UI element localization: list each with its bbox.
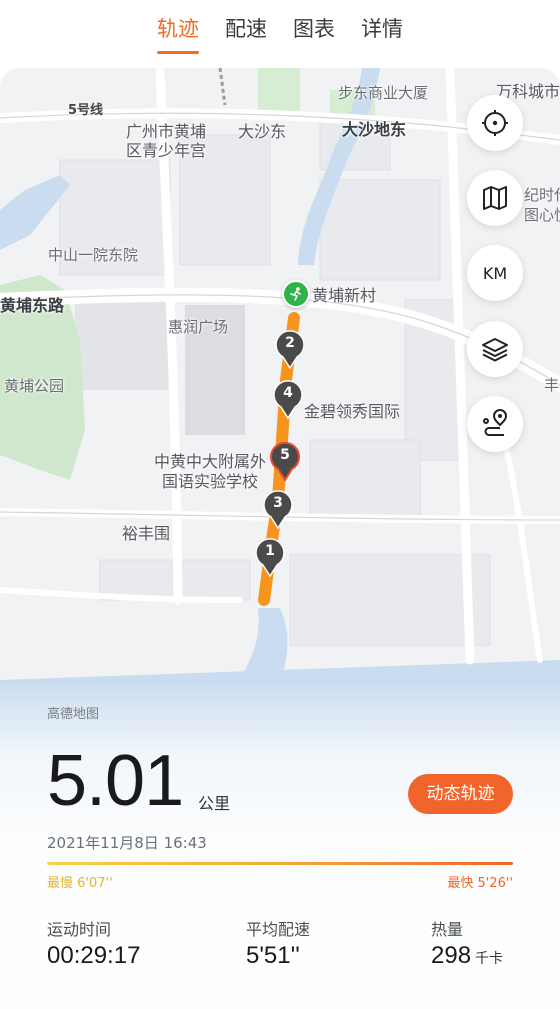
map-label-huirun-plaza: 惠润广场 [168,318,229,336]
route-pin-icon [483,409,508,436]
stat-value-calories: 298 [431,942,472,969]
km-marker-1[interactable]: 1 [253,538,287,578]
runner-icon [290,287,301,301]
stat-label-duration: 运动时间 [47,920,112,939]
map-label-huangpu-east-road: 黄埔东路 [0,296,65,315]
layers-button[interactable] [467,321,523,377]
unit-toggle-button[interactable]: KM [467,245,523,301]
map-type-button[interactable] [467,170,523,226]
map-icon [483,186,507,210]
map-provider-label: 高德地图 [47,707,100,722]
map-label-zhongshan-hospital: 中山一院东院 [48,246,139,264]
fastest-pace: 最快 5'26'' [447,876,513,891]
stat-unit-calories: 千卡 [475,950,504,966]
km-marker-4[interactable]: 4 [271,380,305,420]
distance-value: 5.01 [47,741,184,821]
crosshair-icon [482,110,508,136]
slowest-pace: 最慢 6'07'' [47,876,113,891]
tab-track[interactable]: 轨迹 [157,14,199,54]
pace-gradient-bar [47,862,513,865]
layers-icon [482,338,508,362]
km-label: KM [482,263,508,283]
map-label-right-edge-3: 丰 [544,376,560,394]
map-label-budong-plaza: 步东商业大厦 [338,84,429,102]
map-label-right-edge-2: 图心悦 [524,206,560,224]
map-label-huangpu-park: 黄埔公园 [4,377,65,395]
stat-label-calories: 热量 [431,920,464,939]
map-label-youth-palace-2: 区青少年宫 [126,141,207,160]
km-marker-2[interactable]: 2 [273,330,307,370]
map-label-dashadong: 大沙东 [238,122,287,141]
stat-label-avg-pace: 平均配速 [246,920,311,939]
locate-button[interactable] [467,95,523,151]
map-label-jinbi: 金碧领秀国际 [304,402,401,421]
map-label-huangpu-xincun: 黄埔新村 [312,286,377,305]
tab-chart[interactable]: 图表 [293,14,335,54]
map-label-school-2: 国语实验学校 [162,472,259,491]
tab-details[interactable]: 详情 [361,14,403,54]
stat-value-duration: 00:29:17 [47,942,141,969]
km-marker-3[interactable]: 3 [261,490,295,530]
tab-pace[interactable]: 配速 [225,14,267,54]
stat-value-avg-pace: 5'51'' [246,942,300,969]
map-label-right-edge-1: 纪时代 [524,186,560,204]
dynamic-track-button[interactable]: 动态轨迹 [408,774,513,814]
start-point-marker[interactable] [282,280,310,308]
tab-bar: 轨迹 配速 图表 详情 [0,0,560,68]
map-label-yufengwei: 裕丰围 [122,524,171,543]
stat-calories: 298 千卡 [431,942,503,970]
km-marker-5[interactable]: 5 [268,441,302,482]
workout-datetime: 2021年11月8日 16:43 [47,834,207,852]
map-label-dashadi-east: 大沙地东 [342,120,407,139]
distance-unit: 公里 [198,794,231,813]
map-label-line5: 5号线 [68,103,104,118]
route-button[interactable] [467,396,523,452]
